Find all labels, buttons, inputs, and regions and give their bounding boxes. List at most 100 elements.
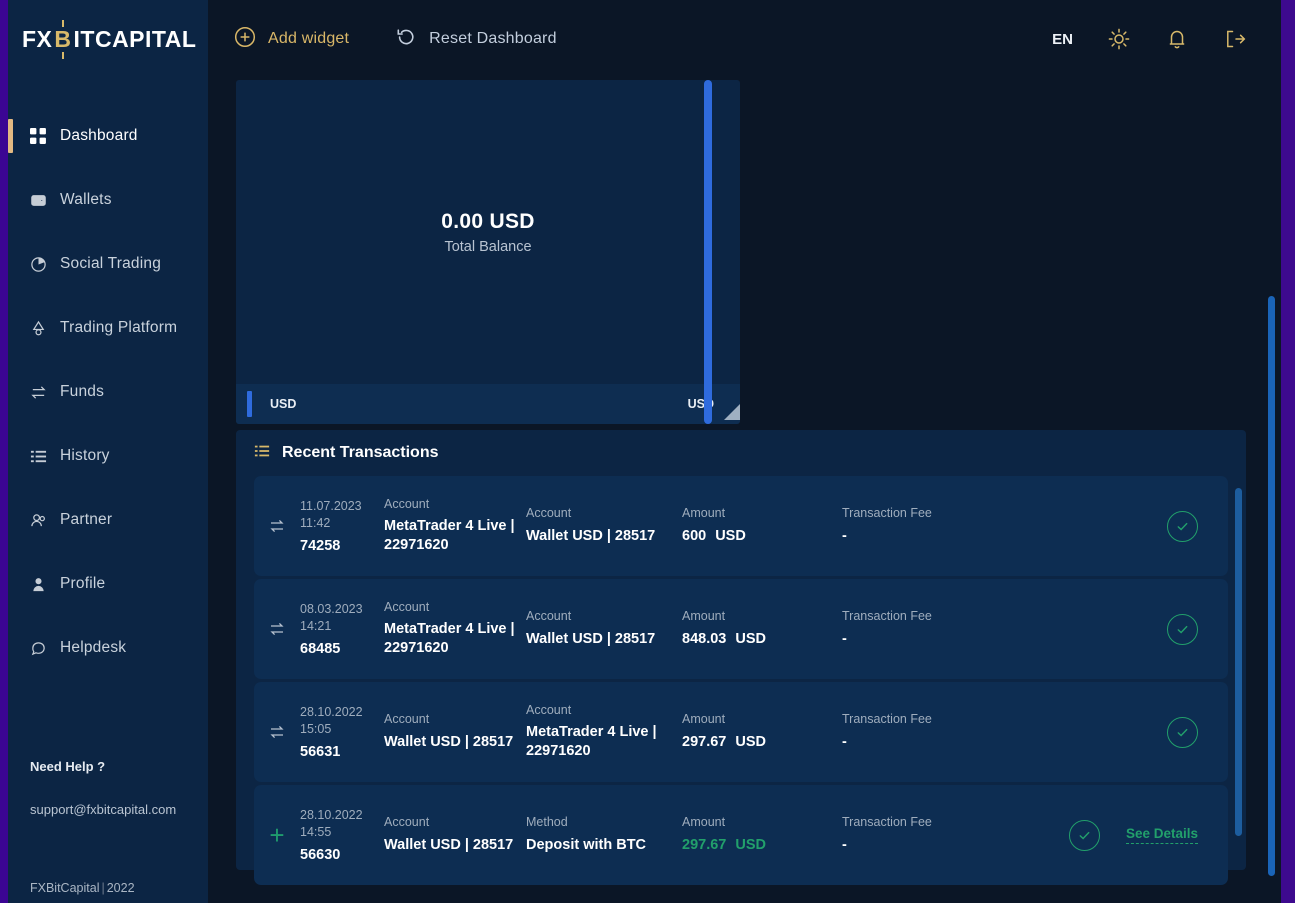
- list-icon: [30, 448, 60, 465]
- total-balance-amount: 0.00 USD: [441, 210, 534, 234]
- transactions-scrollbar[interactable]: [1235, 488, 1242, 836]
- transaction-from-cell: Account Wallet USD | 28517: [384, 712, 526, 751]
- fee-value: -: [842, 836, 1042, 855]
- amount-value: 848.03: [682, 631, 726, 647]
- transfer-icon: [254, 517, 300, 535]
- column-header: Account: [526, 703, 682, 717]
- main-area: Add widget Reset Dashboard EN: [208, 0, 1295, 903]
- table-row[interactable]: 08.03.2023 14:21 68485 Account MetaTrade…: [254, 579, 1228, 679]
- column-header: Account: [384, 712, 526, 726]
- column-header: Transaction Fee: [842, 609, 1042, 623]
- language-selector[interactable]: EN: [1052, 31, 1073, 48]
- sun-icon[interactable]: [1107, 27, 1131, 51]
- left-edge-stripe: [0, 0, 8, 903]
- copyright-name: FXBitCapital: [30, 881, 99, 895]
- transaction-date-cell: 28.10.2022 15:05 56631: [300, 704, 384, 761]
- page-scrollbar[interactable]: [1268, 296, 1275, 876]
- amount-value: 600: [682, 528, 706, 544]
- sidebar-item-history[interactable]: History: [0, 424, 208, 488]
- sidebar-item-dashboard[interactable]: Dashboard: [0, 104, 208, 168]
- balance-widget-footer: USD USD: [236, 384, 740, 424]
- transaction-time: 15:05: [300, 721, 384, 738]
- approved-check-icon: [1069, 820, 1100, 851]
- from-account: Wallet USD | 28517: [384, 733, 526, 752]
- panel-title: Recent Transactions: [282, 444, 439, 462]
- table-row[interactable]: 28.10.2022 15:05 56631 Account Wallet US…: [254, 682, 1228, 782]
- see-details-link[interactable]: See Details: [1126, 826, 1198, 844]
- amount-currency: USD: [715, 528, 746, 544]
- transaction-to-cell: Account MetaTrader 4 Live | 22971620: [526, 703, 682, 761]
- sidebar-item-trading-platform[interactable]: Trading Platform: [0, 296, 208, 360]
- transaction-amount-cell: Amount 297.67USD: [682, 815, 842, 854]
- transfer-icon: [254, 620, 300, 638]
- column-header: Amount: [682, 609, 842, 623]
- transaction-date: 28.10.2022: [300, 704, 384, 721]
- sidebar-item-partner[interactable]: Partner: [0, 488, 208, 552]
- recent-transactions-panel: Recent Transactions 11.07.2023 11:42 742…: [236, 430, 1246, 870]
- widget-resize-handle[interactable]: [724, 404, 740, 420]
- to-account: Wallet USD | 28517: [526, 527, 682, 546]
- sidebar-item-label: Profile: [60, 575, 105, 593]
- transaction-date: 28.10.2022: [300, 807, 384, 824]
- sidebar-item-funds[interactable]: Funds: [0, 360, 208, 424]
- sidebar-item-label: Partner: [60, 511, 112, 529]
- fee-value: -: [842, 527, 1042, 546]
- sidebar-item-wallets[interactable]: Wallets: [0, 168, 208, 232]
- column-header: Amount: [682, 815, 842, 829]
- brand-logo[interactable]: FXBITCAPITAL: [0, 0, 208, 78]
- to-account: Wallet USD | 28517: [526, 630, 682, 649]
- column-header: Method: [526, 815, 682, 829]
- transaction-method-cell: Method Deposit with BTC: [526, 815, 682, 854]
- table-row[interactable]: 11.07.2023 11:42 74258 Account MetaTrade…: [254, 476, 1228, 576]
- transaction-from-cell: Account MetaTrader 4 Live | 22971620: [384, 600, 526, 658]
- transaction-from-cell: Account Wallet USD | 28517: [384, 815, 526, 854]
- total-balance-widget[interactable]: 0.00 USD Total Balance USD USD: [236, 80, 740, 424]
- transaction-fee-cell: Transaction Fee -: [842, 712, 1042, 751]
- from-account: Wallet USD | 28517: [384, 836, 526, 855]
- to-account-number: 22971620: [526, 742, 682, 761]
- transaction-id: 68485: [300, 641, 384, 657]
- transaction-fee-cell: Transaction Fee -: [842, 815, 1042, 854]
- logout-icon[interactable]: [1223, 27, 1247, 51]
- recent-transactions-header: Recent Transactions: [236, 430, 1246, 476]
- sidebar-item-profile[interactable]: Profile: [0, 552, 208, 616]
- table-row[interactable]: + 28.10.2022 14:55 56630 Account Wallet …: [254, 785, 1228, 885]
- balance-widget-body: 0.00 USD Total Balance: [236, 80, 740, 384]
- from-account-number: 22971620: [384, 639, 526, 658]
- column-header: Account: [526, 506, 682, 520]
- sidebar-item-helpdesk[interactable]: Helpdesk: [0, 616, 208, 680]
- reset-dashboard-label: Reset Dashboard: [429, 30, 557, 48]
- from-account: MetaTrader 4 Live |: [384, 620, 526, 639]
- reset-icon: [395, 26, 417, 53]
- transaction-to-cell: Account Wallet USD | 28517: [526, 506, 682, 545]
- right-edge-stripe: [1281, 0, 1295, 903]
- transaction-date-cell: 08.03.2023 14:21 68485: [300, 601, 384, 658]
- bell-icon[interactable]: [1165, 27, 1189, 51]
- transaction-time: 11:42: [300, 515, 384, 532]
- transaction-amount-cell: Amount 600USD: [682, 506, 842, 545]
- transfer-icon: [254, 723, 300, 741]
- amount-currency: USD: [735, 837, 766, 853]
- deposit-plus-icon: +: [254, 822, 300, 848]
- transaction-date: 08.03.2023: [300, 601, 384, 618]
- currency-color-marker: [247, 391, 252, 417]
- approved-check-icon: [1167, 717, 1198, 748]
- support-email-link[interactable]: support@fxbitcapital.com: [30, 802, 208, 817]
- transaction-status-cell: [1167, 511, 1228, 542]
- need-help-label: Need Help ?: [30, 759, 208, 774]
- list-icon: [254, 443, 270, 464]
- add-widget-label: Add widget: [268, 30, 349, 48]
- sidebar-item-label: Funds: [60, 383, 104, 401]
- column-header: Transaction Fee: [842, 712, 1042, 726]
- transaction-time: 14:55: [300, 824, 384, 841]
- add-widget-button[interactable]: Add widget: [234, 26, 349, 53]
- transaction-amount-cell: Amount 848.03USD: [682, 609, 842, 648]
- sidebar-item-social-trading[interactable]: Social Trading: [0, 232, 208, 296]
- widget-scrollbar[interactable]: [704, 80, 712, 424]
- approved-check-icon: [1167, 511, 1198, 542]
- reset-dashboard-button[interactable]: Reset Dashboard: [395, 26, 557, 53]
- user-icon: [30, 576, 60, 593]
- footer-currency-left: USD: [270, 397, 296, 411]
- transaction-status-cell: [1167, 717, 1228, 748]
- transaction-date-cell: 28.10.2022 14:55 56630: [300, 807, 384, 864]
